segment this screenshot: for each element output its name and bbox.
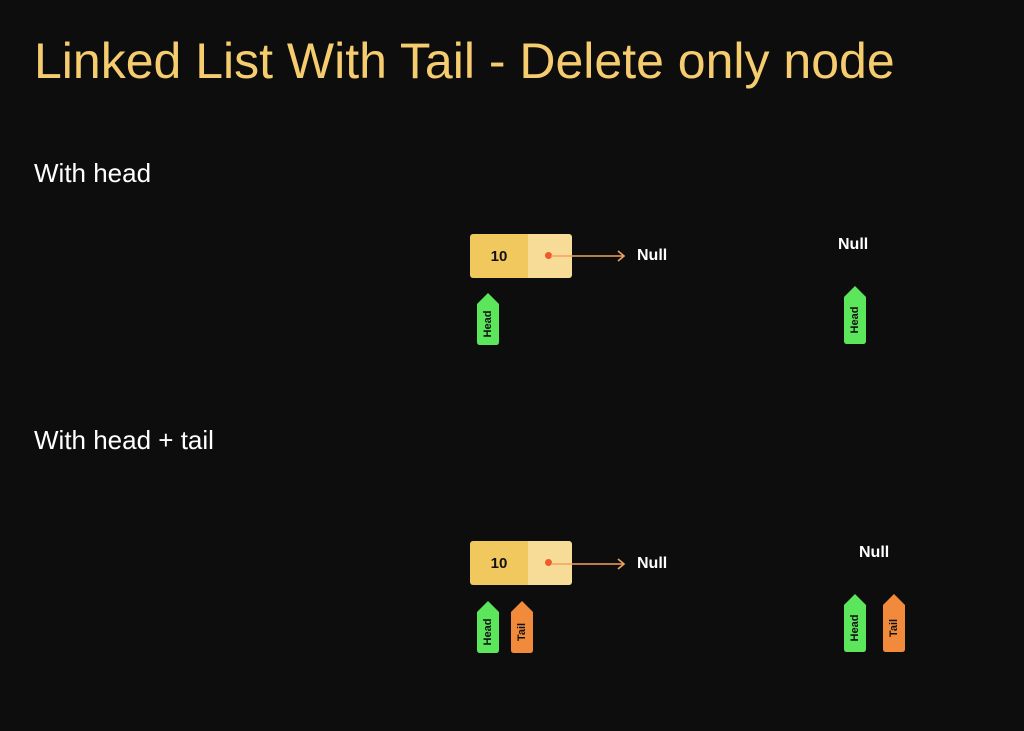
slide-title: Linked List With Tail - Delete only node: [34, 33, 895, 89]
tail-tag-after-label: Tail: [888, 618, 900, 638]
null-label: Null: [637, 555, 668, 572]
after-null-label: Null: [838, 236, 869, 253]
head-tag-label: Head: [482, 618, 494, 646]
tail-tag: Tail: [511, 601, 533, 653]
section-label-with-head-tail: With head + tail: [34, 425, 214, 455]
tail-tag-after: Tail: [883, 594, 905, 652]
slide: Linked List With Tail - Delete only node…: [0, 0, 1024, 731]
head-tag-after-label: Head: [849, 614, 861, 642]
head-tag: Head: [477, 293, 499, 345]
tail-tag-label: Tail: [516, 622, 528, 642]
head-tag-after-label: Head: [849, 306, 861, 334]
next-arrow: [551, 250, 626, 262]
section-label-with-head: With head: [34, 158, 152, 188]
head-tag: Head: [477, 601, 499, 653]
node-value: 10: [470, 541, 528, 585]
next-arrow: [551, 558, 626, 570]
after-null-label: Null: [859, 544, 890, 561]
head-tag-label: Head: [482, 310, 494, 338]
head-tag-after: Head: [844, 286, 866, 344]
head-tag-after: Head: [844, 594, 866, 652]
node-value: 10: [470, 234, 528, 278]
null-label: Null: [637, 247, 668, 264]
